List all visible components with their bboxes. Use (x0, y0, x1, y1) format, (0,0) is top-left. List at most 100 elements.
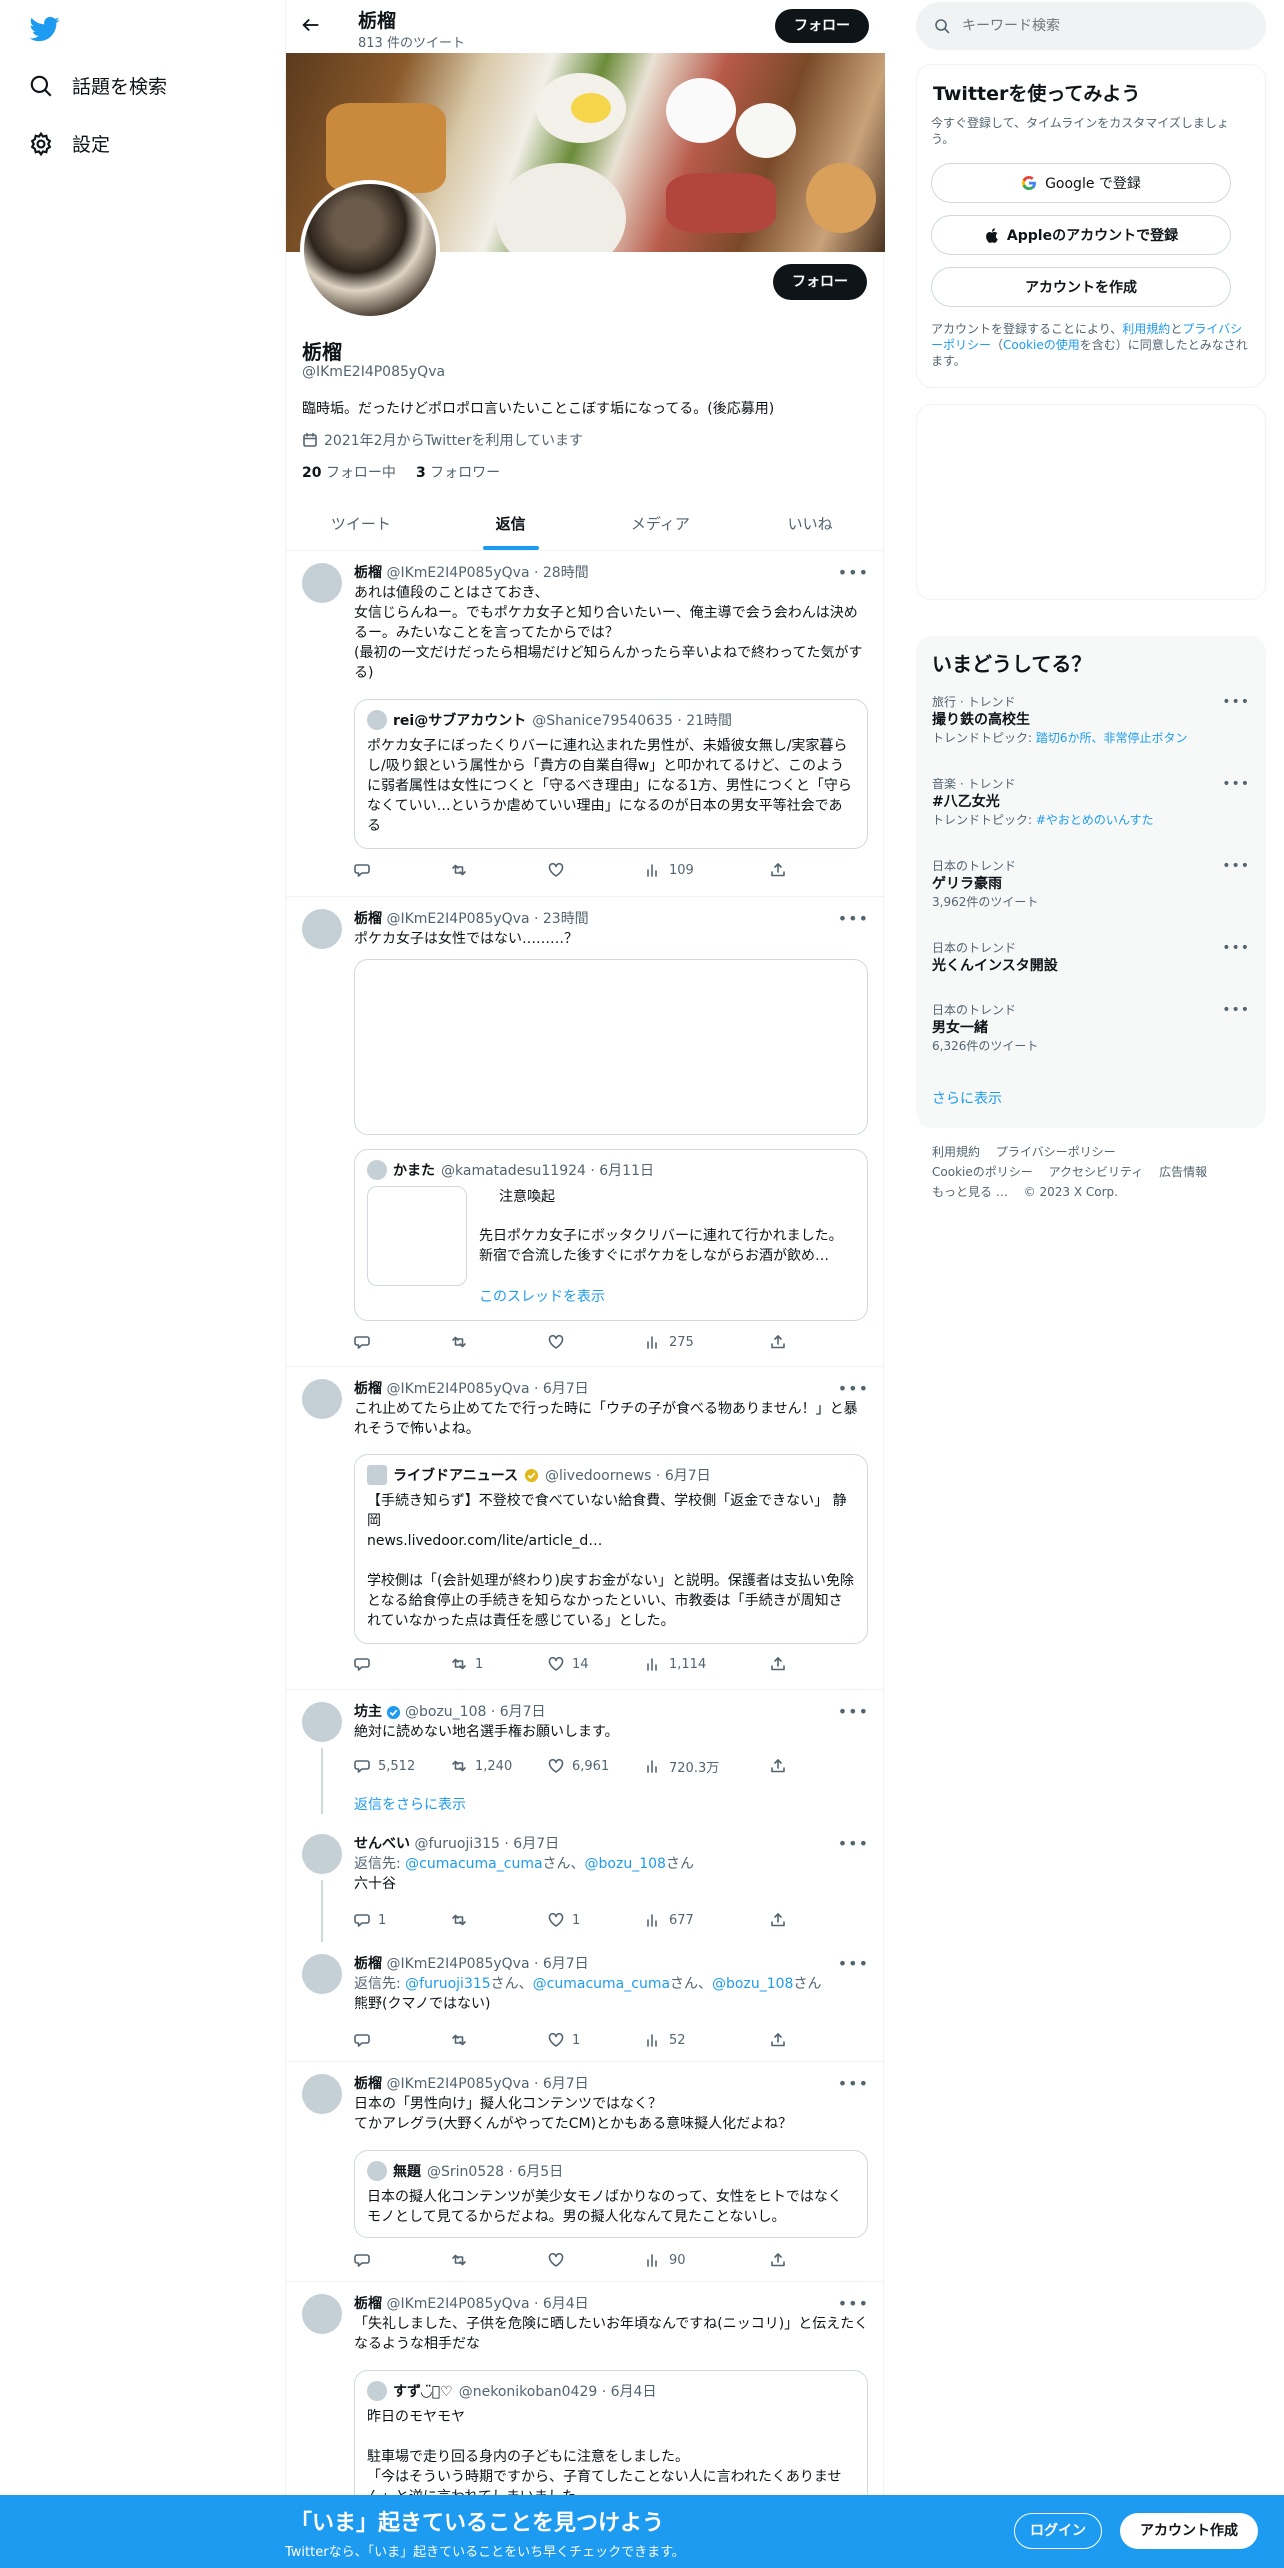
mention-link[interactable]: @bozu_108 (585, 1856, 666, 1872)
twitter-logo-icon[interactable] (28, 14, 62, 44)
share-button[interactable] (770, 1332, 786, 1352)
media-card[interactable] (354, 959, 868, 1135)
footer-link[interactable]: Cookieのポリシー (932, 1165, 1033, 1179)
avatar[interactable] (302, 1379, 342, 1419)
trend-topic-link[interactable]: #やおとめのいんすた (1036, 813, 1154, 827)
tweet-author[interactable]: 坊主 (354, 1702, 382, 1722)
views-button[interactable]: 52 (645, 2030, 770, 2050)
more-icon[interactable]: ••• (1222, 940, 1250, 956)
trend-item[interactable]: 日本のトレンド 光くんインスタ開設 ••• (932, 940, 1250, 976)
more-icon[interactable]: ••• (1222, 694, 1250, 710)
share-button[interactable] (770, 860, 786, 880)
search-input[interactable] (962, 18, 1242, 34)
more-icon[interactable]: ••• (1222, 858, 1250, 874)
share-button[interactable] (770, 2030, 786, 2050)
nav-explore[interactable]: 話題を検索 (28, 72, 167, 99)
tab-tweets[interactable]: ツイート (286, 498, 436, 550)
reply-button[interactable]: 1 (354, 1910, 451, 1930)
views-button[interactable]: 677 (645, 1910, 770, 1930)
tweet[interactable]: ••• 栃榴 @IKmE2I4P085yQva · 6月7日 これ止めてたら止め… (286, 1367, 885, 1690)
show-thread-link[interactable]: このスレッドを表示 (479, 1286, 605, 1306)
tweet-author[interactable]: 栃榴 (354, 565, 382, 581)
tweet-author[interactable]: 栃榴 (354, 911, 382, 927)
more-icon[interactable]: ••• (1222, 776, 1250, 792)
show-more-trends-link[interactable]: さらに表示 (932, 1088, 1002, 1108)
profile-avatar[interactable] (300, 180, 440, 320)
views-button[interactable]: 90 (645, 2250, 770, 2270)
nav-settings[interactable]: 設定 (28, 130, 110, 157)
header-follow-button[interactable]: フォロー (775, 9, 869, 43)
like-button[interactable]: 14 (548, 1654, 645, 1674)
reply-button[interactable] (354, 1654, 451, 1674)
tweet-author[interactable]: 栃榴 (354, 1956, 382, 1972)
like-button[interactable] (548, 860, 645, 880)
tweet-author[interactable]: 栃榴 (354, 1381, 382, 1397)
trend-item[interactable]: 音楽 · トレンド #八乙女光 トレンドトピック: #やおとめのいんすた ••• (932, 776, 1250, 828)
quote-tweet[interactable]: ライブドアニュース @livedoornews · 6月7日 【手続き知らず】不登… (354, 1454, 868, 1644)
like-button[interactable] (548, 1332, 645, 1352)
retweet-button[interactable] (451, 2030, 548, 2050)
like-button[interactable]: 1 (548, 1910, 645, 1930)
apple-signup-button[interactable]: Appleのアカウントで登録 (931, 215, 1231, 255)
tweet[interactable]: ••• 栃榴 @IKmE2I4P085yQva · 6月7日 返信先: @fur… (286, 1942, 885, 2062)
retweet-button[interactable] (451, 1910, 548, 1930)
reply-button[interactable] (354, 1332, 451, 1352)
cookie-link[interactable]: Cookieの使用 (1003, 338, 1080, 352)
tweet[interactable]: ••• 坊主 @bozu_108 · 6月7日 絶対に読めない地名選手権お願いしま… (286, 1690, 885, 1814)
reply-button[interactable] (354, 2030, 451, 2050)
trend-item[interactable]: 日本のトレンド 男女一緒 6,326件のツイート ••• (932, 1002, 1250, 1054)
footer-link[interactable]: 利用規約 (932, 1145, 980, 1159)
followers-link[interactable]: 3 フォロワー (416, 462, 500, 482)
more-icon[interactable]: ••• (1222, 1002, 1250, 1018)
share-button[interactable] (770, 1654, 786, 1674)
google-signup-button[interactable]: Google で登録 (931, 163, 1231, 203)
avatar[interactable] (302, 1954, 342, 1994)
create-account-button[interactable]: アカウントを作成 (931, 267, 1231, 307)
terms-link[interactable]: 利用規約 (1122, 322, 1170, 336)
tab-media[interactable]: メディア (586, 498, 736, 550)
footer-link[interactable]: アクセシビリティ (1049, 1165, 1144, 1179)
tweet[interactable]: ••• 栃榴 @IKmE2I4P085yQva · 6月7日 日本の「男性向け」… (286, 2062, 885, 2282)
avatar[interactable] (302, 2074, 342, 2114)
retweet-button[interactable]: 1,240 (451, 1756, 548, 1776)
trend-item[interactable]: 旅行 · トレンド 撮り鉄の高校生 トレンドトピック: 踏切6か所、非常停止ボタ… (932, 694, 1250, 746)
views-button[interactable]: 109 (645, 860, 770, 880)
following-link[interactable]: 20 フォロー中 (302, 462, 396, 482)
tweet[interactable]: ••• 栃榴 @IKmE2I4P085yQva · 23時間 ポケカ女子は女性で… (286, 897, 885, 1367)
tab-replies[interactable]: 返信 (436, 498, 586, 550)
retweet-button[interactable] (451, 2250, 548, 2270)
tweet[interactable]: ••• せんべい @furuoji315 · 6月7日 返信先: @cumacu… (286, 1822, 885, 1942)
search-box[interactable] (916, 2, 1266, 50)
retweet-button[interactable]: 1 (451, 1654, 548, 1674)
tab-likes[interactable]: いいね (735, 498, 885, 550)
profile-follow-button[interactable]: フォロー (773, 264, 867, 300)
avatar[interactable] (302, 909, 342, 949)
footer-link[interactable]: 広告情報 (1159, 1165, 1207, 1179)
mention-link[interactable]: @furuoji315 (405, 1976, 491, 1992)
tweet-author[interactable]: せんべい (354, 1836, 410, 1852)
like-button[interactable]: 6,961 (548, 1756, 645, 1776)
quote-tweet[interactable]: 無題 @Srin0528 · 6月5日 日本の擬人化コンテンツが美少女モノばかりな… (354, 2150, 868, 2238)
reply-button[interactable] (354, 2250, 451, 2270)
like-button[interactable] (548, 2250, 645, 2270)
trend-topic-link[interactable]: 踏切6か所、非常停止ボタン (1036, 731, 1188, 745)
mention-link[interactable]: @cumacuma_cuma (405, 1856, 542, 1872)
avatar[interactable] (302, 2294, 342, 2334)
retweet-button[interactable] (451, 860, 548, 880)
avatar[interactable] (302, 1834, 342, 1874)
reply-button[interactable] (354, 860, 451, 880)
avatar[interactable] (302, 563, 342, 603)
tweet-author[interactable]: 栃榴 (354, 2296, 382, 2312)
footer-link[interactable]: プライバシーポリシー (996, 1145, 1116, 1159)
back-arrow-icon[interactable] (300, 14, 324, 38)
show-more-replies-link[interactable]: 返信をさらに表示 (354, 1794, 466, 1814)
reply-button[interactable]: 5,512 (354, 1756, 451, 1776)
avatar[interactable] (302, 1702, 342, 1742)
like-button[interactable]: 1 (548, 2030, 645, 2050)
trend-item[interactable]: 日本のトレンド ゲリラ豪雨 3,962件のツイート ••• (932, 858, 1250, 910)
views-button[interactable]: 1,114 (645, 1654, 770, 1674)
views-button[interactable]: 275 (645, 1332, 770, 1352)
tweet[interactable]: ••• 栃榴 @IKmE2I4P085yQva · 28時間 あれは値段のことは… (286, 551, 885, 897)
tweet-author[interactable]: 栃榴 (354, 2076, 382, 2092)
views-button[interactable]: 720.3万 (645, 1756, 770, 1776)
